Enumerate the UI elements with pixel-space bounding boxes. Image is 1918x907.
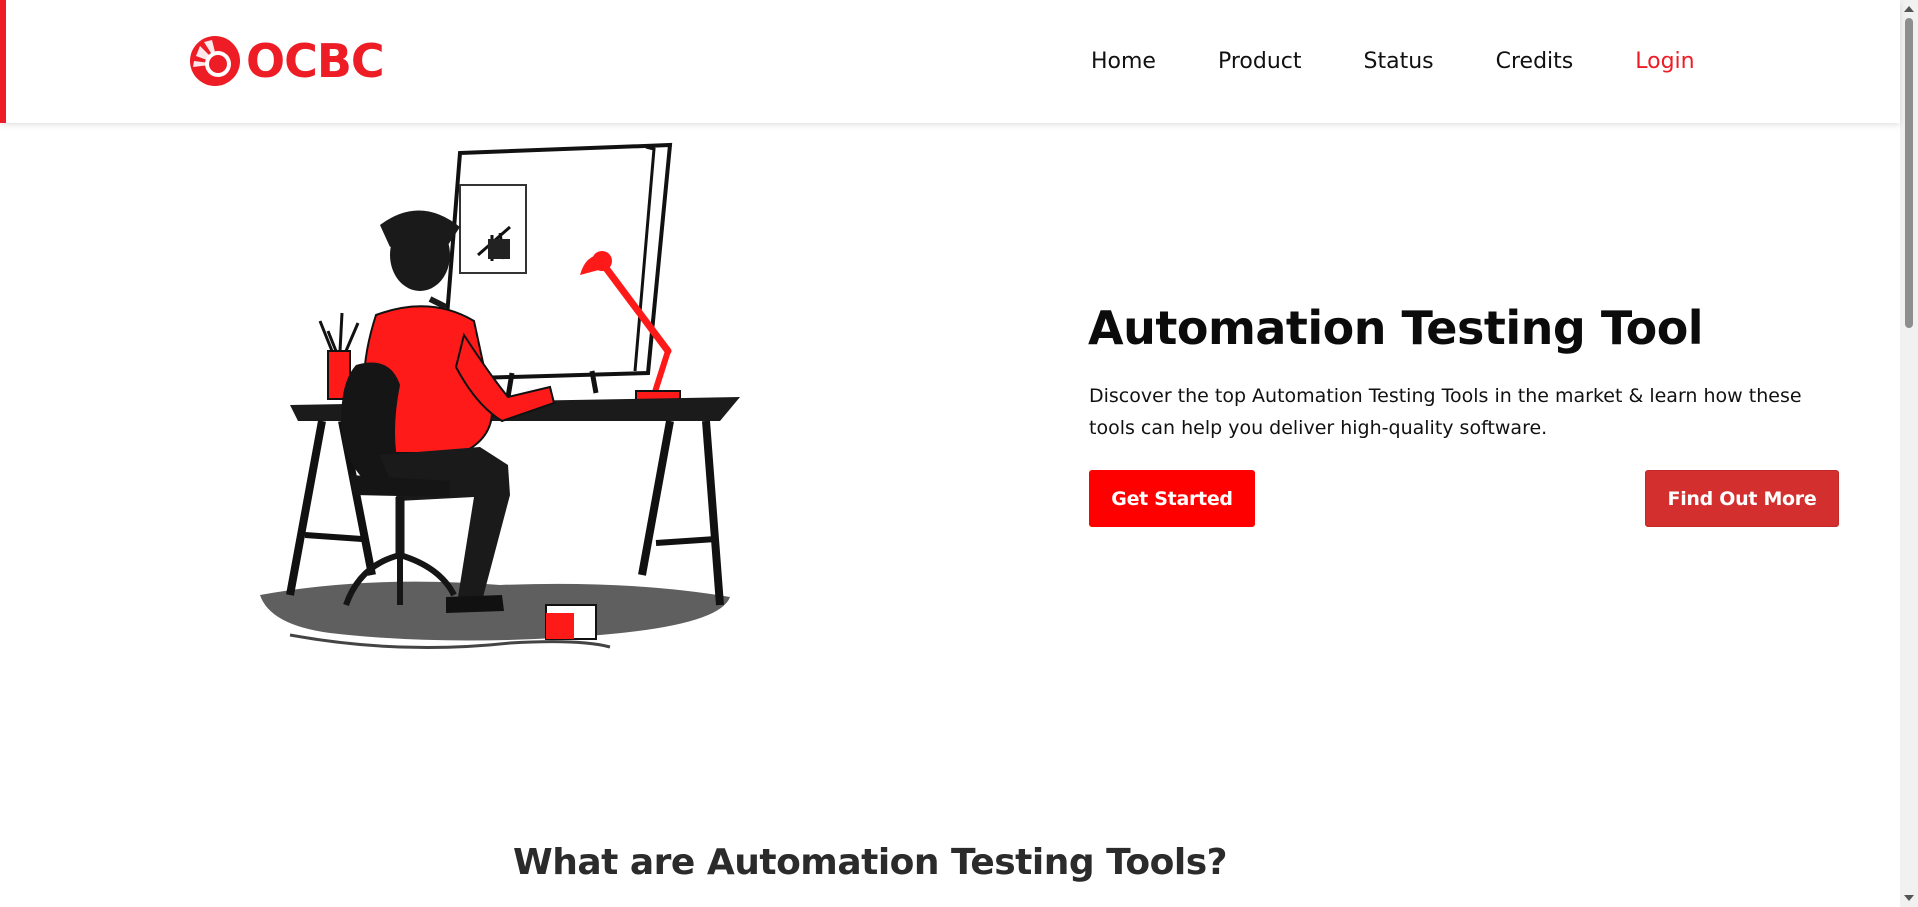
hero-title: Automation Testing Tool	[1088, 301, 1704, 355]
ocbc-logo-icon	[190, 36, 240, 86]
hero-description: Discover the top Automation Testing Tool…	[1089, 385, 1802, 439]
site-header: OCBC Home Product Status Credits Login	[0, 0, 1900, 123]
page-scrollbar[interactable]	[1900, 0, 1918, 907]
nav-product[interactable]: Product	[1218, 44, 1302, 80]
main-nav: Home Product Status Credits Login	[1091, 44, 1695, 80]
ocbc-logo[interactable]: OCBC	[188, 34, 385, 88]
section-title: What are Automation Testing Tools?	[513, 842, 1228, 883]
scroll-thumb[interactable]	[1905, 18, 1913, 328]
find-out-more-button[interactable]: Find Out More	[1645, 470, 1839, 527]
logo-text: OCBC	[246, 34, 385, 88]
nav-status[interactable]: Status	[1364, 44, 1434, 80]
person-at-desk-illustration	[260, 142, 740, 649]
scroll-up-icon[interactable]	[1904, 6, 1914, 12]
scroll-down-icon[interactable]	[1904, 895, 1914, 901]
nav-credits[interactable]: Credits	[1496, 44, 1574, 80]
get-started-button[interactable]: Get Started	[1089, 470, 1255, 527]
nav-login[interactable]: Login	[1635, 44, 1694, 80]
nav-home[interactable]: Home	[1091, 44, 1156, 80]
header-accent-bar	[0, 0, 6, 123]
